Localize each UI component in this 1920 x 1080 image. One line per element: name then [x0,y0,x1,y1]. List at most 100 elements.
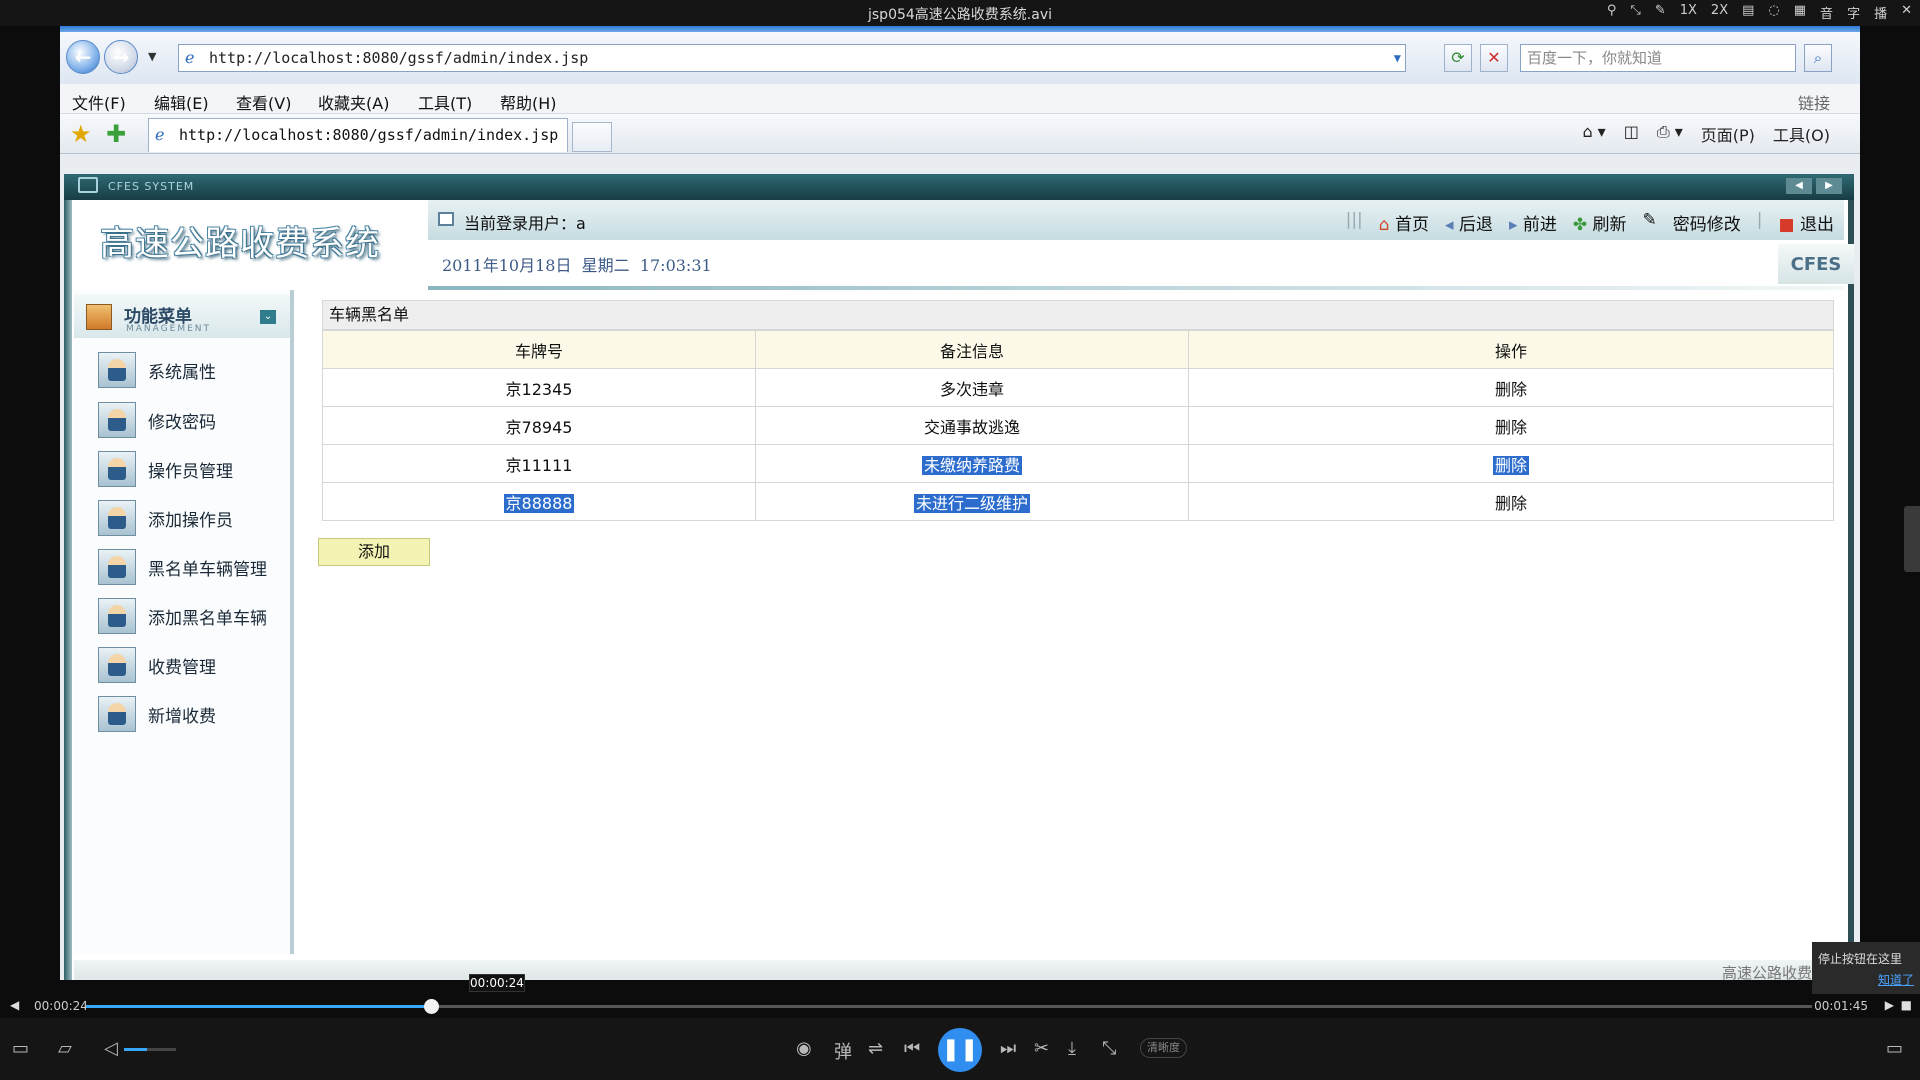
tab-active[interactable]: ℯ http://localhost:8080/gssf/admin/index… [148,118,568,152]
volume-icon[interactable]: ◁ [104,1038,118,1059]
previous-icon[interactable]: ⏮ [904,1038,920,1059]
forward-link[interactable]: ▸ 前进 [1509,210,1557,235]
player-top-controls: ⚲ ⤡ ✎ 1X 2X ▤ ◌ ▦ 音 字 播 ✕ [1607,3,1912,22]
menu-favorites[interactable]: 收藏夹(A) [318,90,389,114]
delete-link[interactable]: 删除 [1188,406,1834,445]
left-frame-edge [64,200,72,980]
sidebar-item-system-properties[interactable]: 系统属性 [98,350,216,390]
search-input[interactable]: 百度一下，你就知道 [1520,44,1796,72]
strip-right-arrow-icon[interactable]: ▶ [1816,178,1842,194]
sidebar-item-operator-management[interactable]: 操作员管理 [98,449,233,489]
favorites-bar: ★ ✚ ℯ http://localhost:8080/gssf/admin/i… [60,114,1860,154]
next-icon[interactable]: ⏭ [1000,1038,1016,1059]
pin-icon[interactable]: ⚲ [1607,3,1617,22]
audio-button[interactable]: 音 [1820,3,1833,22]
add-button[interactable]: 添加 [318,538,430,566]
page-menu[interactable]: 页面(P) [1701,122,1755,146]
settings-sliders-icon[interactable]: ⇌ [868,1038,883,1059]
home-label: 首页 [1394,215,1429,235]
quality-button[interactable]: 清晰度 [1140,1038,1187,1058]
home-icon[interactable]: ⌂ ▾ [1582,122,1605,146]
download-icon[interactable]: ⤓ [1068,1038,1076,1059]
menu-view[interactable]: 查看(V) [236,90,291,114]
address-bar[interactable]: ℯ http://localhost:8080/gssf/admin/index… [178,44,1406,72]
menu-file[interactable]: 文件(F) [72,90,126,114]
stop-icon[interactable]: ✕ [1480,44,1508,72]
tools-menu[interactable]: 工具(O) [1773,122,1830,146]
refresh-icon[interactable]: ⟳ [1444,44,1472,72]
eye-icon[interactable]: ◉ [796,1038,812,1059]
user-icon [98,352,136,388]
close-icon[interactable]: ✕ [1901,3,1912,22]
screen-icon[interactable]: ▦ [1794,3,1806,22]
refresh-link[interactable]: ✤ 刷新 [1573,210,1627,235]
window-icon[interactable]: ▤ [1742,3,1754,22]
back-button[interactable]: ← [66,40,100,74]
volume-slider[interactable] [124,1048,176,1051]
back-link[interactable]: ◂ 后退 [1445,210,1493,235]
forward-button[interactable]: → [104,40,138,74]
player-title-bar: jsp054高速公路收费系统.avi ⚲ ⤡ ✎ 1X 2X ▤ ◌ ▦ 音 字… [0,0,1920,26]
table-header-row: 车牌号 备注信息 操作 [322,330,1834,369]
prev-frame-icon[interactable]: ◀ [10,998,19,1012]
next-frame-icon[interactable]: ▶ [1885,998,1894,1012]
links-label[interactable]: 链接 [1798,90,1830,114]
sidebar-item-new-toll[interactable]: 新增收费 [98,694,216,734]
tip-text: 停止按钮在这里 [1818,952,1903,966]
sidebar-item-label: 新增收费 [148,706,216,727]
refresh-label: 刷新 [1592,215,1627,235]
delete-link[interactable]: 删除 [1188,368,1834,407]
print-icon[interactable]: ⎙ ▾ [1657,122,1683,146]
menu-edit[interactable]: 编辑(E) [154,90,209,114]
collapse-icon[interactable]: ⌄ [260,310,276,324]
sidebar-item-change-password[interactable]: 修改密码 [98,400,216,440]
address-dropdown-icon[interactable]: ▼ [1394,45,1401,71]
sidebar-item-label: 系统属性 [148,362,216,383]
selected-note-text: 未缴纳养路费 [921,455,1022,475]
plate-cell: 京12345 [322,368,756,407]
menu-help[interactable]: 帮助(H) [500,90,557,114]
new-tab-button[interactable] [572,122,612,152]
delete-link[interactable]: 删除 [1188,444,1834,483]
cut-icon[interactable]: ✂ [1034,1038,1049,1059]
shrink-icon[interactable]: ⤡ [1630,3,1640,22]
home-icon: ⌂ [1378,215,1390,235]
logout-link[interactable]: ■ 退出 [1779,210,1834,235]
back-arrow-icon: ◂ [1444,215,1454,235]
history-dropdown-icon[interactable]: ▼ [148,50,156,63]
playlist-icon[interactable]: ▭ [12,1038,29,1059]
pause-button[interactable]: ❚❚ [938,1028,982,1072]
sidebar-item-add-operator[interactable]: 添加操作员 [98,498,233,538]
speed-1x-button[interactable]: 1X [1680,3,1697,22]
side-panel-handle[interactable] [1904,506,1920,572]
page-icon: ℯ [185,48,195,67]
delete-link[interactable]: 删除 [1188,482,1834,521]
forward-label: 前进 [1522,215,1557,235]
change-password-link[interactable]: 密码修改 [1673,210,1741,235]
search-icon[interactable]: ⌕ [1804,44,1832,72]
play-mode-button[interactable]: 播 [1874,3,1887,22]
fullscreen-icon[interactable]: ▭ [1886,1038,1903,1059]
open-folder-icon[interactable]: ▱ [58,1038,72,1059]
bulb-icon[interactable]: ◌ [1768,3,1779,22]
home-link[interactable]: ⌂ 首页 [1379,210,1429,235]
feeds-icon[interactable]: ◫ [1624,122,1639,146]
sidebar-item-toll-management[interactable]: 收费管理 [98,645,216,685]
danmaku-icon[interactable]: 弹 [834,1038,852,1064]
selected-delete-text: 删除 [1492,455,1529,475]
seek-bar[interactable] [86,999,1812,1014]
sidebar-item-add-blacklist-vehicle[interactable]: 添加黑名单车辆 [98,596,267,636]
add-favorite-icon[interactable]: ✚ [106,120,126,148]
stop-icon[interactable]: ■ [1901,998,1912,1012]
favorites-star-icon[interactable]: ★ [70,120,92,148]
mini-mode-icon[interactable]: ⤡ [1102,1038,1116,1059]
subtitle-button[interactable]: 字 [1847,3,1860,22]
user-icon [98,500,136,536]
seek-knob[interactable] [424,999,440,1014]
speed-2x-button[interactable]: 2X [1711,3,1728,22]
menu-tools[interactable]: 工具(T) [418,90,472,114]
sidebar-item-blacklist-management[interactable]: 黑名单车辆管理 [98,547,267,587]
edit-icon[interactable]: ✎ [1655,3,1666,22]
strip-left-arrow-icon[interactable]: ◀ [1786,178,1812,194]
tip-dismiss-link[interactable]: 知道了 [1818,971,1914,988]
